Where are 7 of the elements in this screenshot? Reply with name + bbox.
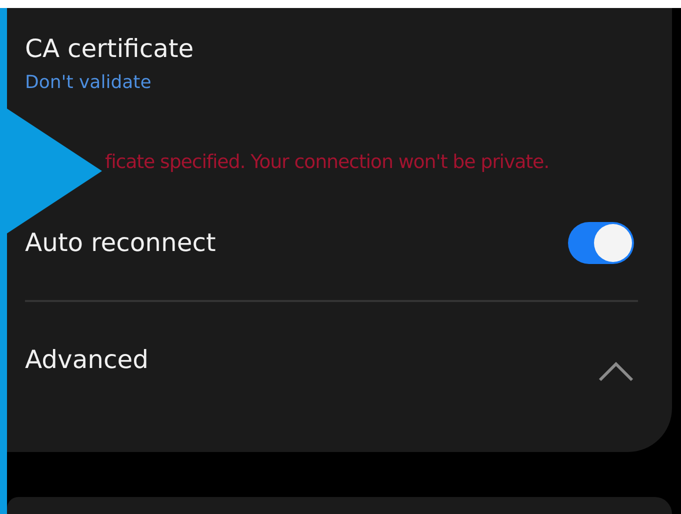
chevron-icon[interactable] (598, 360, 634, 382)
section-title: Advanced (25, 345, 148, 375)
warning-text: ficate specified. Your connection won't be private. (105, 150, 550, 174)
setting-title: Auto reconnect (25, 228, 216, 258)
setting-title: CA certificate (25, 34, 195, 64)
setting-value: Don't validate (25, 72, 152, 94)
toggle-switch[interactable] (568, 222, 634, 264)
